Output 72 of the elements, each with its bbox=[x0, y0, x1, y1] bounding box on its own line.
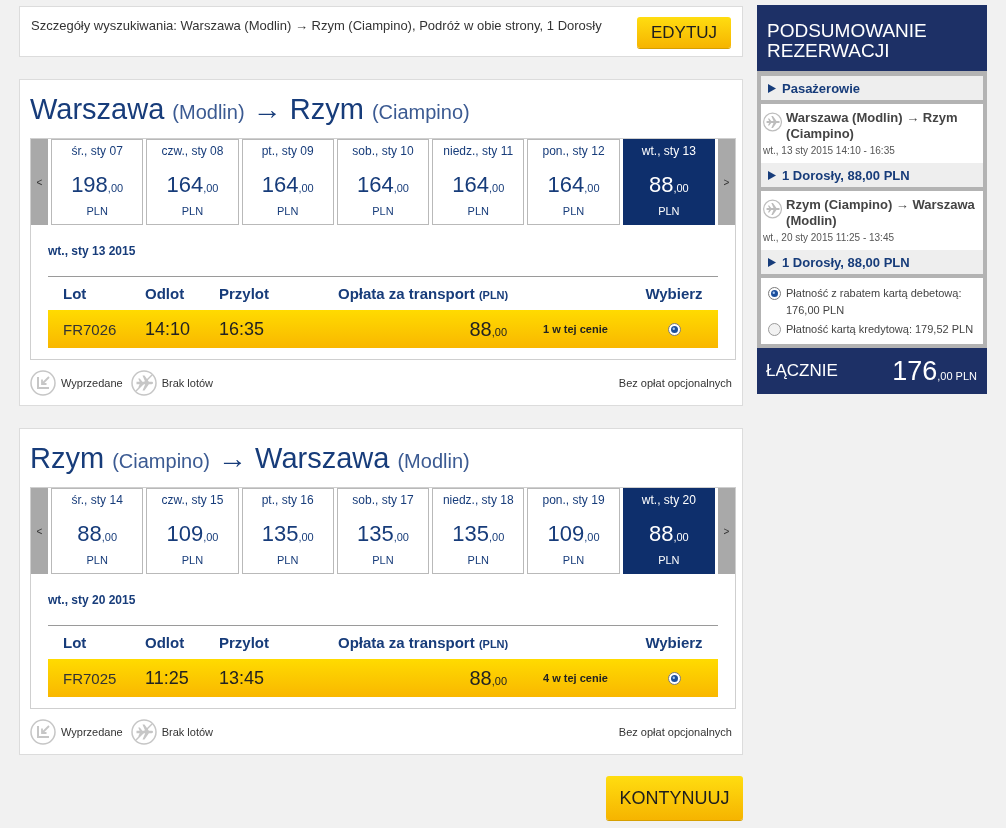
column-header: Odlot bbox=[145, 634, 186, 651]
date-tab[interactable]: śr., sty 07 198,00 PLN bbox=[51, 139, 144, 225]
date-tab[interactable]: sob., sty 10 164,00 PLN bbox=[336, 139, 430, 225]
column-header: Odlot bbox=[145, 285, 186, 302]
date-tab[interactable]: pon., sty 19 109,00 PLN bbox=[527, 488, 620, 574]
triangle-icon bbox=[768, 170, 776, 180]
payment-option-label: Płatność z rabatem kartą debetową: 176,00 PLN bbox=[786, 286, 963, 318]
next-dates-button[interactable]: > bbox=[717, 488, 735, 574]
fare-toggle[interactable]: 1 Dorosły, 88,00 PLN bbox=[761, 163, 983, 187]
column-header: Lot bbox=[63, 634, 88, 651]
table-cell-text: 11:25 bbox=[145, 667, 190, 689]
date-tab[interactable]: wt., sty 13 88,00 PLN bbox=[622, 139, 715, 225]
total-label: ŁĄCZNIE bbox=[766, 361, 838, 381]
legend-label: Brak lotów bbox=[161, 376, 213, 389]
date-tab[interactable]: pon., sty 12 164,00 PLN bbox=[527, 139, 620, 225]
date-tab[interactable]: pt., sty 16 135,00 PLN bbox=[241, 488, 334, 574]
column-header: Lot bbox=[63, 285, 88, 302]
column-header: Opłata za transport (PLN) bbox=[338, 634, 510, 651]
table-cell: 88,00 bbox=[469, 317, 507, 341]
prev-dates-button[interactable]: < bbox=[31, 139, 48, 225]
search-summary-text: Szczegóły wyszukiwania: Warszawa (Modlin) → Rzym (Ciampino), Podróż w obie strony, 1 Dorosły bbox=[31, 18, 602, 34]
route-heading: Warszawa (Modlin) → Rzym (Ciampino) bbox=[30, 92, 470, 126]
summary-title: PODSUMOWANIE REZERWACJI bbox=[757, 5, 987, 71]
table-cell-text: 13:45 bbox=[219, 667, 266, 689]
date-tab[interactable]: pt., sty 09 164,00 PLN bbox=[241, 139, 334, 225]
legend-label: Wyprzedane bbox=[61, 376, 123, 389]
radio-button[interactable] bbox=[667, 322, 681, 336]
legend-label: Brak lotów bbox=[161, 725, 213, 738]
date-tab[interactable]: niedz., sty 11 164,00 PLN bbox=[432, 139, 525, 225]
triangle-icon bbox=[768, 257, 776, 267]
radio-button[interactable] bbox=[667, 671, 681, 685]
continue-button[interactable]: KONTYNUUJ bbox=[606, 776, 743, 820]
date-tab[interactable]: wt., sty 20 88,00 PLN bbox=[622, 488, 715, 574]
payment-option-label: Płatność kartą kredytową: 179,52 PLN bbox=[786, 322, 974, 337]
fees-note: Bez opłat opcjonalnych bbox=[618, 376, 732, 389]
radio-button[interactable] bbox=[768, 287, 781, 300]
crossed-plane-icon bbox=[130, 718, 157, 745]
column-header: Przylot bbox=[219, 634, 270, 651]
leg-route: Warszawa (Modlin) → Rzym (Ciampino) bbox=[786, 110, 959, 142]
column-header: Przylot bbox=[219, 285, 270, 302]
next-dates-button[interactable]: > bbox=[717, 139, 735, 225]
table-cell-text: FR7026 bbox=[63, 320, 118, 338]
edit-button[interactable]: EDYTUJ bbox=[637, 17, 731, 48]
date-tab[interactable]: czw., sty 15 109,00 PLN bbox=[146, 488, 239, 574]
triangle-icon bbox=[768, 83, 776, 93]
column-header: Opłata za transport (PLN) bbox=[338, 285, 510, 302]
fare-toggle[interactable]: 1 Dorosły, 88,00 PLN bbox=[761, 250, 983, 274]
leg-route: Rzym (Ciampino) → Warszawa (Modlin) bbox=[786, 197, 976, 229]
prev-dates-button[interactable]: < bbox=[31, 488, 48, 574]
date-tab[interactable]: czw., sty 08 164,00 PLN bbox=[146, 139, 239, 225]
fees-note: Bez opłat opcjonalnych bbox=[618, 725, 732, 738]
leg-time: wt., 20 sty 2015 11:25 - 13:45 bbox=[763, 231, 895, 245]
date-tab[interactable]: niedz., sty 18 135,00 PLN bbox=[432, 488, 525, 574]
table-cell: 88,00 bbox=[469, 666, 507, 690]
crossed-plane-icon bbox=[130, 369, 157, 396]
table-cell-text: 1 w tej cenie bbox=[543, 323, 609, 335]
date-tab[interactable]: sob., sty 17 135,00 PLN bbox=[336, 488, 430, 574]
legend-label: Wyprzedane bbox=[61, 725, 123, 738]
column-header: Wybierz bbox=[645, 634, 703, 651]
date-tab[interactable]: śr., sty 14 88,00 PLN bbox=[51, 488, 144, 574]
table-cell-text: 14:10 bbox=[145, 318, 192, 340]
route-heading: Rzym (Ciampino) → Warszawa (Modlin) bbox=[30, 441, 470, 475]
table-cell-text: 16:35 bbox=[219, 318, 266, 340]
radio-button[interactable] bbox=[768, 323, 781, 336]
total-amount: 176,00 PLN bbox=[892, 355, 977, 387]
selected-date-label: wt., sty 13 2015 bbox=[48, 243, 136, 258]
passengers-toggle[interactable]: Pasażerowie bbox=[761, 76, 983, 100]
selected-date-label: wt., sty 20 2015 bbox=[48, 592, 136, 607]
table-cell-text: FR7025 bbox=[63, 669, 118, 687]
table-cell-text: 4 w tej cenie bbox=[543, 672, 609, 684]
leg-time: wt., 13 sty 2015 14:10 - 16:35 bbox=[763, 144, 896, 158]
column-header: Wybierz bbox=[645, 285, 703, 302]
